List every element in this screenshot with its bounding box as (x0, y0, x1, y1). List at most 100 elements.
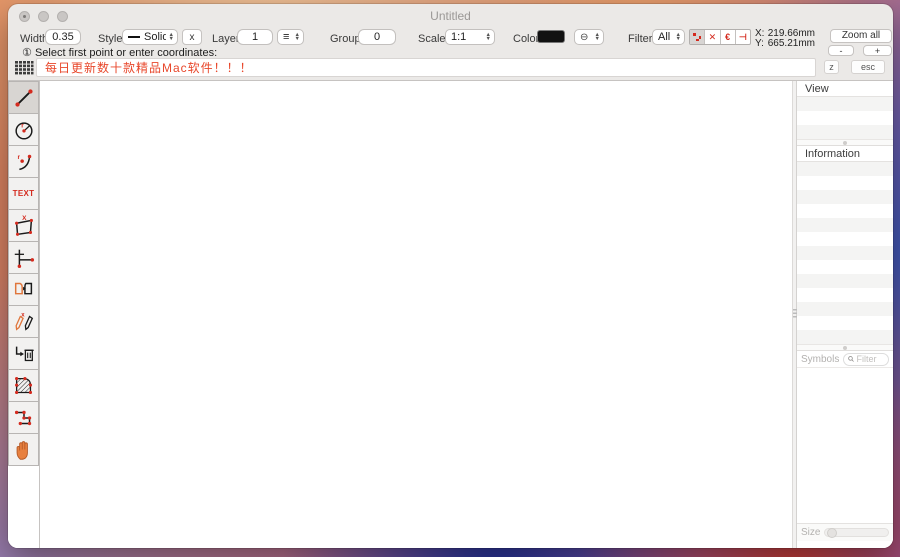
delete-trash-icon (12, 341, 36, 367)
symbols-list[interactable] (797, 368, 893, 518)
style-clear-button[interactable]: x (182, 29, 202, 45)
symbols-label: Symbols (801, 354, 839, 365)
drawing-canvas[interactable] (39, 81, 792, 548)
snap-dots-icon (693, 33, 701, 41)
symbols-section-header: Symbols (797, 351, 893, 368)
view-section-header: View (797, 81, 893, 97)
z-button[interactable]: z (824, 60, 839, 74)
layer-input[interactable] (237, 29, 273, 45)
coord-y-label: Y: (755, 39, 764, 49)
view-row (797, 111, 893, 125)
zoom-in-button[interactable]: + (863, 45, 892, 56)
scale-value: 1:1 (451, 31, 466, 43)
delete-tool[interactable] (8, 337, 39, 370)
filter-select[interactable]: All ▲▼ (652, 29, 685, 45)
width-input[interactable] (45, 29, 81, 45)
main-area: r r TEXT X (8, 80, 893, 548)
scale-select[interactable]: 1:1 ▲▼ (445, 29, 495, 45)
coord-y-value: 665.21mm (768, 39, 815, 49)
pan-tool[interactable] (8, 433, 39, 466)
snap-toggle-group: ✕ € ⊣ (689, 29, 751, 45)
symbols-filter-input[interactable] (857, 354, 884, 364)
hatch-icon (12, 373, 36, 399)
arc-tool[interactable]: r (8, 145, 39, 178)
hatch-tool[interactable] (8, 369, 39, 402)
zoom-out-button[interactable]: - (828, 45, 854, 56)
titlebar: Untitled (8, 4, 893, 26)
stepper-icon: ▲▼ (676, 33, 681, 41)
size-label: Size (801, 527, 820, 538)
circle-tool[interactable]: r (8, 113, 39, 146)
line-style-sample (128, 36, 140, 38)
symbols-filter-box[interactable] (843, 353, 889, 366)
step-badge-icon: ① (22, 47, 32, 59)
view-row (797, 97, 893, 111)
info-row (797, 162, 893, 176)
size-control-row: Size (797, 523, 893, 541)
arc-icon: r (12, 149, 36, 175)
stepper-icon: ▲▼ (169, 33, 174, 41)
polyline-tool[interactable] (8, 401, 39, 434)
fill-style-select[interactable]: ⊖ ▲▼ (574, 29, 604, 45)
text-icon: TEXT (13, 189, 35, 198)
line-icon (12, 85, 36, 111)
information-section-header: Information (797, 146, 893, 162)
side-panel: View Information (797, 81, 893, 548)
svg-text:r: r (17, 153, 20, 160)
info-row (797, 246, 893, 260)
size-slider-knob[interactable] (827, 528, 837, 538)
size-slider[interactable] (824, 528, 889, 537)
x-toggle[interactable]: ✕ (705, 30, 720, 44)
message-bar[interactable]: 每日更新数十款精品Mac软件！！！ (36, 58, 816, 77)
search-icon (848, 355, 854, 363)
info-row (797, 232, 893, 246)
c-toggle[interactable]: € (721, 30, 736, 44)
app-window: Untitled Width: Style: Solid… ▲▼ x Layer… (8, 4, 893, 548)
text-tool[interactable]: TEXT (8, 177, 39, 210)
svg-text:x: x (21, 312, 25, 318)
group-input[interactable] (358, 29, 396, 45)
line-tool[interactable] (8, 81, 39, 114)
axis-lines-tool[interactable] (8, 241, 39, 274)
stepper-icon: ▲▼ (595, 33, 600, 41)
edit-pencils-icon: x (12, 309, 36, 335)
info-row (797, 176, 893, 190)
quad-tool[interactable]: X (8, 209, 39, 242)
color-swatch[interactable] (537, 30, 565, 43)
polyline-icon (12, 405, 36, 431)
list-icon: ≡ (283, 31, 289, 43)
snap-dots-toggle[interactable] (690, 30, 705, 44)
info-row (797, 204, 893, 218)
tool-palette: r r TEXT X (8, 81, 39, 548)
style-select[interactable]: Solid… ▲▼ (122, 29, 178, 45)
info-row (797, 316, 893, 330)
info-row (797, 218, 893, 232)
cursor-coordinates: X:219.66mm Y:665.21mm (755, 29, 815, 49)
copy-tool[interactable] (8, 273, 39, 306)
scale-label: Scale: (418, 33, 449, 45)
style-value: Solid… (144, 31, 166, 43)
info-row (797, 190, 893, 204)
svg-text:X: X (22, 215, 27, 222)
info-row (797, 330, 893, 344)
layer-list-select[interactable]: ≡ ▲▼ (277, 29, 304, 45)
quad-icon: X (12, 213, 36, 239)
window-title: Untitled (8, 9, 893, 23)
bar-toggle[interactable]: ⊣ (736, 30, 750, 44)
stepper-icon: ▲▼ (295, 33, 300, 41)
circle-icon: r (12, 117, 36, 143)
banner-text: 每日更新数十款精品Mac软件！！！ (45, 59, 253, 76)
axis-lines-icon (12, 245, 36, 271)
edit-tool[interactable]: x (8, 305, 39, 338)
esc-button[interactable]: esc (851, 60, 885, 74)
desktop-wallpaper: Untitled Width: Style: Solid… ▲▼ x Layer… (0, 0, 900, 557)
info-row (797, 302, 893, 316)
section-splitter[interactable] (797, 139, 893, 146)
stepper-icon: ▲▼ (486, 33, 491, 41)
copy-icon (12, 277, 36, 303)
zoom-all-button[interactable]: Zoom all (830, 29, 892, 43)
symbols-grid-icon[interactable] (14, 60, 34, 76)
section-splitter[interactable] (797, 344, 893, 351)
info-row (797, 274, 893, 288)
filter-value: All (658, 31, 670, 43)
